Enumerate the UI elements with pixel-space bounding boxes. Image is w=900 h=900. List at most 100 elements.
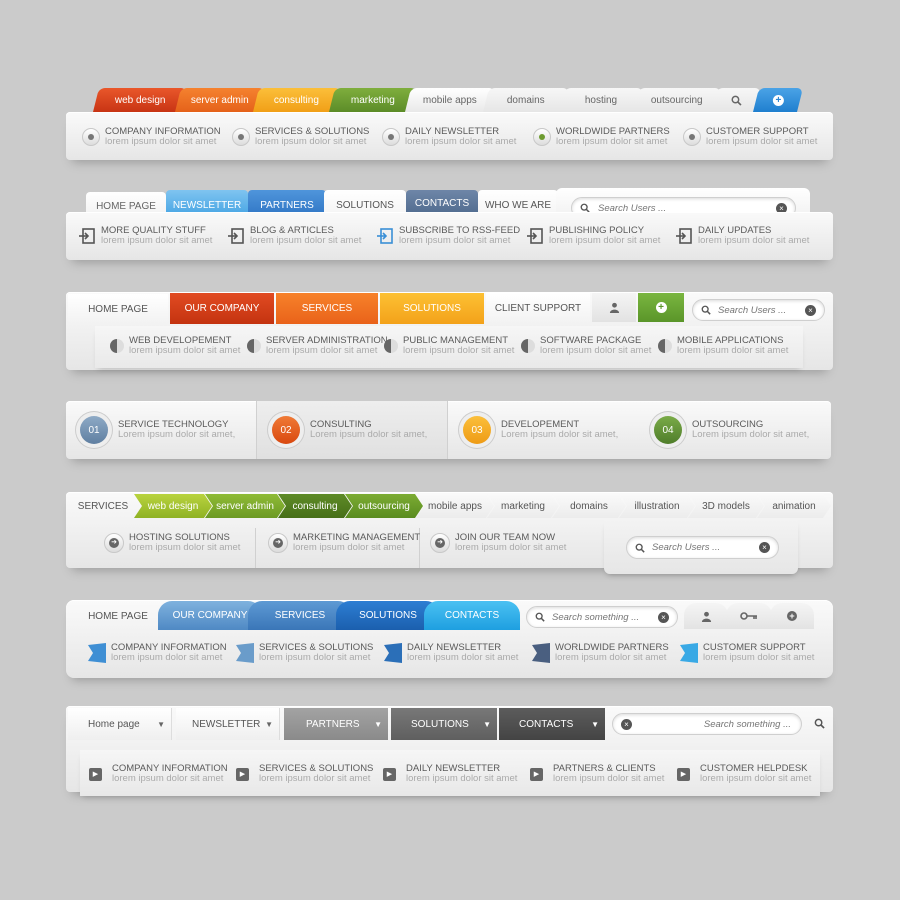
search-input[interactable]: × — [526, 606, 678, 628]
ribbon-icon — [88, 643, 106, 663]
half-circle-icon — [521, 339, 535, 353]
ribbon-icon — [384, 643, 402, 663]
nav3-item[interactable]: MOBILE APPLICATIONS lorem ipsum dolor sit… — [658, 336, 788, 356]
nav7-item[interactable]: ▶ PARTNERS & CLIENTS lorem ipsum dolor sit… — [530, 764, 664, 784]
tab-outsourcing[interactable]: outsourcing — [633, 88, 721, 112]
caret-down-icon: ▼ — [374, 719, 382, 729]
search-field[interactable] — [716, 303, 805, 317]
search-field[interactable] — [638, 717, 793, 731]
add-button[interactable]: + — [638, 293, 684, 322]
nav4-item[interactable]: 04 OUTSOURCING Lorem ipsum dolor sit amet, — [654, 416, 809, 444]
user-button[interactable] — [592, 293, 636, 322]
nav2-item[interactable]: PUBLISHING POLICY lorem ipsum dolor sit a… — [526, 226, 660, 246]
tab-our-company[interactable]: OUR COMPANY — [158, 601, 262, 630]
nav3-item[interactable]: SOFTWARE PACKAGE lorem ipsum dolor sit am… — [521, 336, 651, 356]
tab-mobile-apps[interactable]: mobile apps — [405, 88, 495, 112]
nav1-item[interactable]: WORLDWIDE PARTNERS lorem ipsum dolor sit … — [533, 127, 670, 147]
nav4-item[interactable]: 03 DEVELOPEMENT Lorem ipsum dolor sit amet… — [463, 416, 618, 444]
search-field[interactable] — [650, 541, 759, 554]
nav6-item[interactable]: SERVICES & SOLUTIONS lorem ipsum dolor si… — [236, 643, 373, 663]
tab-home-page[interactable]: HOME PAGE — [68, 294, 168, 324]
nav2-item[interactable]: SUBSCRIBE TO RSS-FEED lorem ipsum dolor s… — [376, 226, 520, 246]
tab-mobile-apps[interactable]: mobile apps — [416, 494, 494, 518]
nav5-item[interactable]: ➜ HOSTING SOLUTIONS lorem ipsum dolor sit … — [104, 533, 240, 553]
nav1-item[interactable]: COMPANY INFORMATION lorem ipsum dolor sit… — [82, 127, 221, 147]
tab-consulting[interactable]: consulting — [278, 494, 352, 518]
tab-illustration[interactable]: illustration — [619, 494, 695, 518]
clear-icon[interactable]: × — [805, 304, 816, 316]
nav1-item[interactable]: CUSTOMER SUPPORT lorem ipsum dolor sit am… — [683, 127, 817, 147]
tab-newsletter[interactable]: NEWSLETTER ▼ — [176, 708, 280, 740]
nav1-item[interactable]: DAILY NEWSLETTER lorem ipsum dolor sit am… — [382, 127, 516, 147]
play-icon: ▶ — [677, 767, 690, 781]
bullet-icon — [82, 128, 100, 146]
half-circle-icon — [247, 339, 261, 353]
nav1-item[interactable]: SERVICES & SOLUTIONS lorem ipsum dolor si… — [232, 127, 369, 147]
tab-domains[interactable]: domains — [552, 494, 626, 518]
tab-contacts[interactable]: CONTACTS ▼ — [499, 708, 605, 740]
user-button[interactable] — [684, 603, 728, 629]
step-badge: 02 — [272, 416, 300, 444]
step-badge: 01 — [80, 416, 108, 444]
tab-client-support[interactable]: CLIENT SUPPORT — [486, 293, 590, 324]
nav3-item[interactable]: PUBLIC MANAGEMENT lorem ipsum dolor sit a… — [384, 336, 514, 356]
nav7-item[interactable]: ▶ SERVICES & SOLUTIONS lorem ipsum dolor s… — [236, 764, 373, 784]
search-icon — [535, 612, 545, 622]
tab-solutions[interactable]: SOLUTIONS — [380, 293, 484, 324]
nav5-item[interactable]: ➜ JOIN OUR TEAM NOW lorem ipsum dolor sit … — [430, 533, 566, 553]
nav6-item[interactable]: COMPANY INFORMATION lorem ipsum dolor sit… — [88, 643, 227, 663]
tab-home-page[interactable]: Home page ▼ — [68, 708, 172, 740]
tab-outsourcing[interactable]: outsourcing — [345, 494, 423, 518]
nav3-item[interactable]: WEB DEVELOPEMENT lorem ipsum dolor sit am… — [110, 336, 240, 356]
nav6-item[interactable]: CUSTOMER SUPPORT lorem ipsum dolor sit am… — [680, 643, 814, 663]
add-button[interactable]: + — [753, 88, 803, 112]
clear-icon[interactable]: × — [658, 611, 669, 623]
tab-services[interactable]: SERVICES — [276, 293, 378, 324]
tab-server-admin[interactable]: server admin — [205, 494, 285, 518]
tab-3d-models[interactable]: 3D models — [688, 494, 764, 518]
tab-contacts[interactable]: CONTACTS — [424, 601, 520, 630]
tab-home-page[interactable]: HOME PAGE — [70, 602, 166, 630]
tab-marketing[interactable]: marketing — [487, 494, 559, 518]
tab-web-design[interactable]: web design — [134, 494, 212, 518]
nav2-item[interactable]: DAILY UPDATES lorem ipsum dolor sit amet — [675, 226, 809, 246]
nav2-item[interactable]: MORE QUALITY STUFF lorem ipsum dolor sit … — [78, 226, 212, 246]
tab-marketing[interactable]: marketing — [329, 88, 417, 112]
tab-partners[interactable]: PARTNERS ▼ — [284, 708, 388, 740]
tab-domains[interactable]: domains — [483, 88, 569, 112]
nav4-item[interactable]: 02 CONSULTING Lorem ipsum dolor sit amet, — [272, 416, 427, 444]
ribbon-icon — [532, 643, 550, 663]
search-input[interactable]: × — [612, 713, 802, 735]
login-button[interactable] — [726, 603, 772, 629]
clear-icon[interactable]: × — [759, 542, 770, 553]
tab-solutions[interactable]: SOLUTIONS ▼ — [391, 708, 497, 740]
nav7-item[interactable]: ▶ COMPANY INFORMATION lorem ipsum dolor si… — [89, 764, 228, 784]
search-icon[interactable] — [814, 718, 825, 729]
nav7-item[interactable]: ▶ CUSTOMER HELPDESK lorem ipsum dolor sit … — [677, 764, 811, 784]
step-badge: 03 — [463, 416, 491, 444]
login-icon — [228, 228, 244, 244]
tab-server-admin[interactable]: server admin — [175, 88, 265, 112]
login-icon — [527, 228, 543, 244]
tab-services[interactable]: SERVICES — [70, 494, 136, 518]
search-input[interactable]: × — [626, 536, 779, 559]
nav6-item[interactable]: WORLDWIDE PARTNERS lorem ipsum dolor sit … — [532, 643, 669, 663]
tab-our-company[interactable]: OUR COMPANY — [170, 293, 274, 324]
tab-animation[interactable]: animation — [757, 494, 831, 518]
tab-consulting[interactable]: consulting — [253, 88, 341, 112]
clear-icon[interactable]: × — [621, 718, 632, 730]
nav5-item[interactable]: ➜ MARKETING MANAGEMENT lorem ipsum dolor s… — [268, 533, 420, 553]
tab-web-design[interactable]: web design — [93, 88, 187, 112]
nav4-item[interactable]: 01 SERVICE TECHNOLOGY Lorem ipsum dolor si… — [80, 416, 235, 444]
tab-hosting[interactable]: hosting — [559, 88, 643, 112]
play-icon: ▶ — [383, 767, 396, 781]
nav3-item[interactable]: SERVER ADMINISTRATION lorem ipsum dolor s… — [247, 336, 388, 356]
nav6-item[interactable]: DAILY NEWSLETTER lorem ipsum dolor sit am… — [384, 643, 518, 663]
search-field[interactable] — [550, 610, 658, 624]
search-input[interactable]: × — [692, 299, 825, 321]
add-button[interactable]: + — [770, 603, 814, 629]
nav2-item[interactable]: BLOG & ARTICLES lorem ipsum dolor sit ame… — [227, 226, 361, 246]
arrow-right-circle-icon: ➜ — [430, 533, 450, 553]
plus-circle-icon: + — [787, 611, 797, 621]
nav7-item[interactable]: ▶ DAILY NEWSLETTER lorem ipsum dolor sit a… — [383, 764, 517, 784]
